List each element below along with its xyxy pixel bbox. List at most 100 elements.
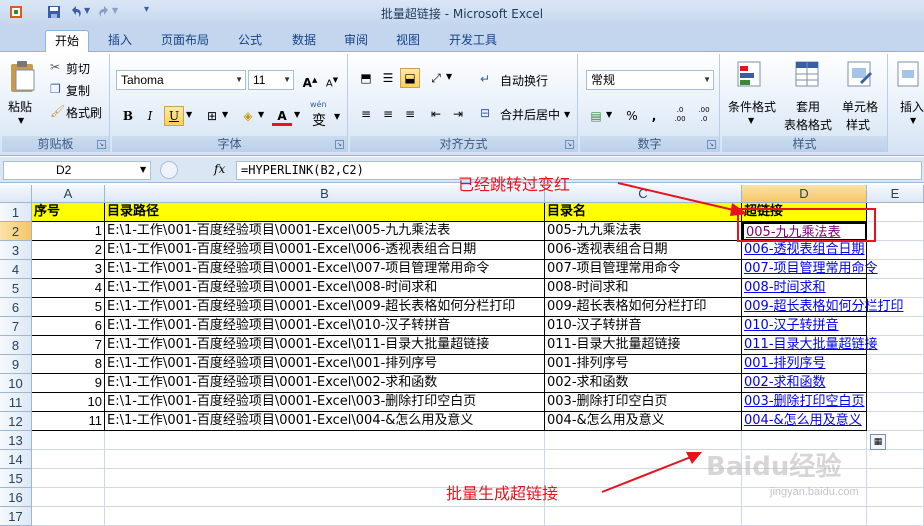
path-cell[interactable]: E:\1-工作\001-百度经验项目\0001-Excel\003-删除打印空白… xyxy=(105,393,545,412)
row-header[interactable]: 6 xyxy=(0,298,32,317)
align-center-icon[interactable]: ≡ xyxy=(378,104,398,124)
cell-styles-line2[interactable]: 样式 xyxy=(846,116,870,133)
borders-dropdown-icon[interactable]: ▼ xyxy=(222,110,228,119)
row-header[interactable]: 7 xyxy=(0,317,32,336)
path-cell[interactable]: E:\1-工作\001-百度经验项目\0001-Excel\009-超长表格如何… xyxy=(105,298,545,317)
row-header[interactable]: 5 xyxy=(0,279,32,298)
name-box[interactable]: D2 xyxy=(3,161,151,180)
path-cell[interactable]: E:\1-工作\001-百度经验项目\0001-Excel\005-九九乘法表 xyxy=(105,222,545,241)
conditional-dropdown-icon[interactable]: ▼ xyxy=(748,116,754,125)
row-header[interactable]: 12 xyxy=(0,412,32,431)
empty-cell[interactable] xyxy=(105,450,545,469)
path-cell[interactable]: E:\1-工作\001-百度经验项目\0001-Excel\001-排列序号 xyxy=(105,355,545,374)
hyperlink-cell[interactable]: 011-目录大批量超链接 xyxy=(742,336,878,355)
path-cell[interactable]: E:\1-工作\001-百度经验项目\0001-Excel\010-汉子转拼音 xyxy=(105,317,545,336)
empty-cell[interactable] xyxy=(867,393,924,412)
row-header[interactable]: 4 xyxy=(0,260,32,279)
empty-cell[interactable] xyxy=(867,355,924,374)
empty-cell[interactable] xyxy=(867,279,924,298)
row-header[interactable]: 11 xyxy=(0,393,32,412)
conditional-format-icon[interactable] xyxy=(736,60,764,90)
name-cell[interactable]: 004-&怎么用及意义 xyxy=(545,412,742,431)
format-painter-icon[interactable]: 🖌 xyxy=(50,104,65,118)
empty-cell[interactable] xyxy=(867,317,924,336)
paste-options-icon[interactable]: ▦ xyxy=(870,434,886,450)
phonetic-button[interactable]: 变 xyxy=(312,110,326,130)
hyperlink-cell[interactable]: 010-汉子转拼音 xyxy=(742,317,867,336)
italic-button[interactable]: I xyxy=(140,106,160,126)
index-cell[interactable]: 2 xyxy=(32,241,105,260)
empty-cell[interactable] xyxy=(32,450,105,469)
index-cell[interactable]: 4 xyxy=(32,279,105,298)
hyperlink-cell[interactable]: 009-超长表格如何分栏打印 xyxy=(742,298,904,317)
currency-icon[interactable]: ▤ xyxy=(586,106,606,126)
increase-decimal-button[interactable]: .0 .00 xyxy=(670,106,690,126)
table-header-cell[interactable]: 序号 xyxy=(32,203,105,222)
wrap-text-button[interactable]: 自动换行 xyxy=(500,72,548,89)
decrease-indent-icon[interactable]: ⇤ xyxy=(426,104,446,124)
formula-input[interactable]: =HYPERLINK(B2,C2) xyxy=(236,161,922,180)
row-header[interactable]: 16 xyxy=(0,488,32,507)
format-as-table-icon[interactable] xyxy=(794,60,822,90)
empty-cell[interactable] xyxy=(32,431,105,450)
empty-cell[interactable] xyxy=(867,488,924,507)
align-middle-icon[interactable]: ☰ xyxy=(378,68,398,88)
hyperlink-cell[interactable]: 004-&怎么用及意义 xyxy=(742,412,867,431)
tab-view[interactable]: 视图 xyxy=(388,30,428,52)
row-header[interactable]: 3 xyxy=(0,241,32,260)
font-launcher-icon[interactable]: ↘ xyxy=(335,140,344,149)
empty-cell[interactable] xyxy=(867,507,924,526)
column-header-a[interactable]: A xyxy=(32,185,105,203)
conditional-format-button[interactable]: 条件格式 xyxy=(728,98,776,115)
name-box-dropdown-icon[interactable]: ▼ xyxy=(140,165,146,174)
merge-dropdown-icon[interactable]: ▼ xyxy=(564,110,570,119)
align-bottom-icon[interactable]: ⬓ xyxy=(400,68,420,88)
align-top-icon[interactable]: ⬒ xyxy=(356,68,376,88)
orientation-icon[interactable]: ⤢ xyxy=(426,68,446,88)
cell-styles-icon[interactable] xyxy=(846,60,874,90)
name-cell[interactable]: 001-排列序号 xyxy=(545,355,742,374)
formula-bar-expand-icon[interactable] xyxy=(160,161,178,179)
fill-color-icon[interactable]: ◈ xyxy=(238,106,258,126)
empty-cell[interactable] xyxy=(742,507,867,526)
table-header-cell[interactable]: 目录名 xyxy=(545,203,742,222)
empty-cell[interactable] xyxy=(867,241,924,260)
empty-cell[interactable] xyxy=(32,507,105,526)
name-cell[interactable]: 008-时间求和 xyxy=(545,279,742,298)
font-name-select[interactable]: Tahoma ▼ xyxy=(116,70,246,90)
merge-center-button[interactable]: 合并后居中 xyxy=(500,106,560,123)
name-cell[interactable]: 007-项目管理常用命令 xyxy=(545,260,742,279)
orientation-dropdown-icon[interactable]: ▼ xyxy=(446,72,452,81)
table-header-cell[interactable]: 目录路径 xyxy=(105,203,545,222)
comma-button[interactable]: , xyxy=(644,106,664,126)
empty-cell[interactable] xyxy=(32,469,105,488)
row-header[interactable]: 13 xyxy=(0,431,32,450)
copy-button[interactable]: 复制 xyxy=(66,82,90,99)
name-cell[interactable]: 009-超长表格如何分栏打印 xyxy=(545,298,742,317)
row-header[interactable]: 10 xyxy=(0,374,32,393)
row-header[interactable]: 9 xyxy=(0,355,32,374)
path-cell[interactable]: E:\1-工作\001-百度经验项目\0001-Excel\004-&怎么用及意… xyxy=(105,412,545,431)
format-as-table-line1[interactable]: 套用 xyxy=(796,98,820,115)
empty-cell[interactable] xyxy=(867,336,924,355)
tab-page-layout[interactable]: 页面布局 xyxy=(152,30,218,52)
row-header[interactable]: 17 xyxy=(0,507,32,526)
clipboard-launcher-icon[interactable]: ↘ xyxy=(97,140,106,149)
tab-data[interactable]: 数据 xyxy=(282,30,326,52)
insert-cells-icon[interactable] xyxy=(896,60,922,90)
insert-dropdown-icon[interactable]: ▼ xyxy=(910,116,916,125)
underline-dropdown-icon[interactable]: ▼ xyxy=(186,110,192,119)
row-header[interactable]: 2 xyxy=(0,222,32,241)
name-cell[interactable]: 010-汉子转拼音 xyxy=(545,317,742,336)
empty-cell[interactable] xyxy=(545,507,742,526)
bold-button[interactable]: B xyxy=(118,106,138,126)
insert-function-button[interactable]: fx xyxy=(214,162,225,176)
empty-cell[interactable] xyxy=(867,298,924,317)
paste-dropdown-icon[interactable]: ▼ xyxy=(18,116,24,125)
decrease-decimal-button[interactable]: .00 .0 xyxy=(694,106,714,126)
paste-button[interactable]: 粘贴 xyxy=(8,98,32,115)
underline-button[interactable]: U xyxy=(164,106,184,126)
index-cell[interactable]: 10 xyxy=(32,393,105,412)
row-header[interactable]: 1 xyxy=(0,203,32,222)
hyperlink-cell[interactable]: 006-透视表组合日期 xyxy=(742,241,867,260)
